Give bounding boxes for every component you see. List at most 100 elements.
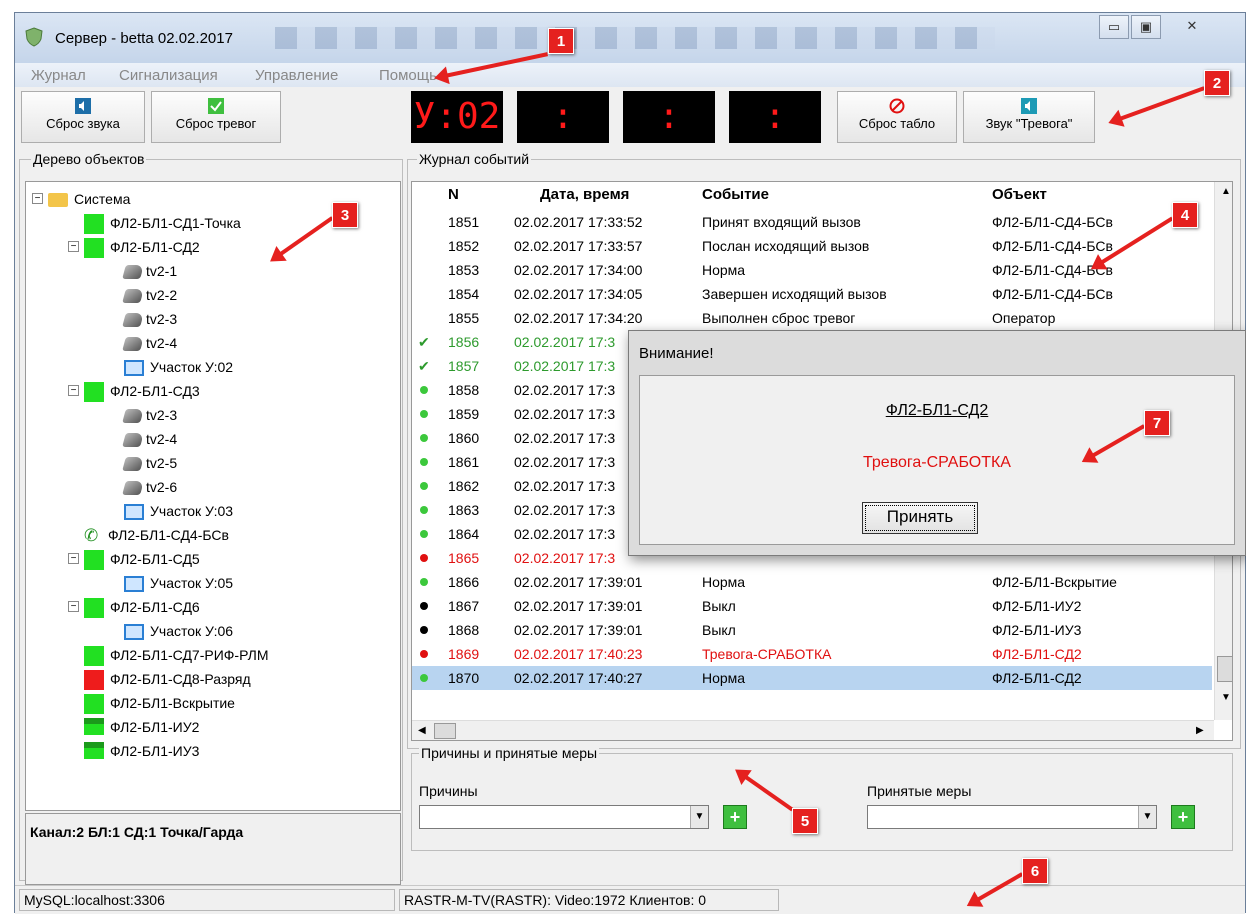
alarm-sound-button[interactable]: Звук "Тревога": [963, 91, 1095, 143]
checkmark-icon: ✔: [418, 334, 430, 350]
tree-node[interactable]: ФЛ2-БЛ1-СД3: [84, 380, 200, 403]
log-event: Норма: [702, 574, 746, 590]
actions-select[interactable]: ▼: [867, 805, 1157, 829]
tree-node[interactable]: tv2-3: [122, 308, 177, 330]
dialog-message: Тревога-СРАБОТКА: [863, 454, 1011, 471]
no-entry-icon: [889, 98, 905, 114]
chevron-down-icon[interactable]: ▼: [690, 806, 708, 828]
horizontal-scrollbar[interactable]: ◀ ▶: [412, 720, 1214, 740]
tree-node[interactable]: ФЛ2-БЛ1-СД5: [84, 548, 200, 571]
tree-node[interactable]: tv2-4: [122, 428, 177, 450]
tree-node[interactable]: ФЛ2-БЛ1-СД8-Разряд: [84, 668, 251, 691]
tree-expander-icon[interactable]: −: [68, 385, 79, 396]
log-row[interactable]: 1870 02.02.2017 17:40:27 Норма ФЛ2-БЛ1-СД2: [412, 666, 1212, 690]
add-action-button[interactable]: +: [1171, 805, 1195, 829]
camera-icon: [122, 313, 144, 328]
log-row[interactable]: 1852 02.02.2017 17:33:57 Послан исходящий …: [412, 234, 1212, 258]
tree-expander-icon[interactable]: −: [68, 241, 79, 252]
col-event-header[interactable]: Событие: [702, 182, 769, 208]
tree-node[interactable]: ФЛ2-БЛ1-СД6: [84, 596, 200, 619]
add-cause-button[interactable]: +: [723, 805, 747, 829]
log-datetime: 02.02.2017 17:39:01: [514, 574, 643, 590]
tree-group-label: Дерево объектов: [31, 151, 147, 167]
menu-journal[interactable]: Журнал: [31, 67, 86, 84]
tree-node[interactable]: ФЛ2-БЛ1-ИУ2: [84, 716, 199, 739]
maximize-button[interactable]: ▣: [1131, 15, 1161, 39]
scroll-right-arrow-icon[interactable]: ▶: [1196, 725, 1204, 736]
folder-icon: [48, 193, 68, 208]
menu-control[interactable]: Управление: [255, 67, 338, 84]
log-row[interactable]: 1869 02.02.2017 17:40:23 Тревога-СРАБОТКА Ф…: [412, 642, 1212, 666]
log-row[interactable]: 1867 02.02.2017 17:39:01 Выкл ФЛ2-БЛ1-ИУ2: [412, 594, 1212, 618]
log-n: 1853: [448, 262, 480, 278]
scroll-down-arrow-icon[interactable]: ▼: [1221, 692, 1231, 703]
tree-node[interactable]: ФЛ2-БЛ1-СД2: [84, 236, 200, 259]
tree-node[interactable]: Участок У:02: [124, 356, 233, 378]
reset-sound-button[interactable]: Сброс звука: [21, 91, 145, 143]
tree-node[interactable]: ✆ ФЛ2-БЛ1-СД4-БСв: [84, 524, 229, 546]
chevron-down-icon[interactable]: ▼: [1138, 806, 1156, 828]
scroll-left-arrow-icon[interactable]: ◀: [418, 725, 426, 736]
causes-select[interactable]: ▼: [419, 805, 709, 829]
causes-label: Причины: [419, 783, 478, 799]
measures-groupbox: [411, 753, 1233, 851]
reset-alarms-button[interactable]: Сброс тревог: [151, 91, 281, 143]
tree-node[interactable]: tv2-1: [122, 260, 177, 282]
status-dot-icon: [420, 602, 428, 610]
horizontal-scroll-thumb[interactable]: [434, 723, 456, 739]
col-datetime-header[interactable]: Дата, время: [540, 182, 629, 208]
log-object: ФЛ2-БЛ1-ИУ3: [992, 622, 1082, 638]
tree-node[interactable]: Участок У:05: [124, 572, 233, 594]
tree-node[interactable]: Система: [48, 188, 130, 210]
log-datetime: 02.02.2017 17:33:52: [514, 214, 643, 230]
log-event: Выкл: [702, 622, 736, 638]
tree-node[interactable]: Участок У:06: [124, 620, 233, 642]
vertical-scroll-thumb[interactable]: [1217, 656, 1232, 682]
log-row[interactable]: 1854 02.02.2017 17:34:05 Завершен исходящи…: [412, 282, 1212, 306]
speaker-icon: [75, 98, 91, 114]
window-title: Сервер - betta 02.02.2017: [55, 30, 233, 47]
log-datetime: 02.02.2017 17:39:01: [514, 598, 643, 614]
log-n: 1855: [448, 310, 480, 326]
tree-node[interactable]: tv2-6: [122, 476, 177, 498]
log-row[interactable]: 1855 02.02.2017 17:34:20 Выполнен сброс тр…: [412, 306, 1212, 330]
tree-expander-icon[interactable]: −: [68, 601, 79, 612]
minimize-button[interactable]: ▭: [1099, 15, 1129, 39]
log-datetime: 02.02.2017 17:3: [514, 406, 616, 422]
log-datetime: 02.02.2017 17:3: [514, 430, 616, 446]
col-object-header[interactable]: Объект: [992, 182, 1047, 208]
tree-node[interactable]: tv2-3: [122, 404, 177, 426]
status-red-icon: [84, 670, 104, 691]
menu-help[interactable]: Помощь: [379, 67, 437, 84]
log-row[interactable]: 1868 02.02.2017 17:39:01 Выкл ФЛ2-БЛ1-ИУ3: [412, 618, 1212, 642]
close-button[interactable]: ✕: [1165, 15, 1219, 39]
tree-node[interactable]: ФЛ2-БЛ1-ИУ3: [84, 740, 199, 763]
status-dot-icon: [420, 482, 428, 490]
tree-node[interactable]: tv2-5: [122, 452, 177, 474]
tree-node[interactable]: ФЛ2-БЛ1-СД1-Точка: [84, 212, 241, 235]
log-row[interactable]: 1866 02.02.2017 17:39:01 Норма ФЛ2-БЛ1-Вскр…: [412, 570, 1212, 594]
display-segment-2: :: [517, 91, 609, 143]
db-status: MySQL:localhost:3306: [19, 889, 395, 911]
object-tree[interactable]: − Система ФЛ2-БЛ1-СД1-Точка − ФЛ2-БЛ1-СД2 tv2…: [25, 181, 401, 811]
display-segment-1: У:02: [411, 91, 503, 143]
log-n: 1858: [448, 382, 480, 398]
menu-alarm[interactable]: Сигнализация: [119, 67, 218, 84]
tree-node[interactable]: tv2-4: [122, 332, 177, 354]
tree-expander-icon[interactable]: −: [32, 193, 43, 204]
tree-node[interactable]: ФЛ2-БЛ1-СД7-РИФ-РЛМ: [84, 644, 268, 667]
reset-board-button[interactable]: Сброс табло: [837, 91, 957, 143]
tree-node[interactable]: tv2-2: [122, 284, 177, 306]
accept-button[interactable]: Принять: [862, 502, 978, 534]
scroll-up-arrow-icon[interactable]: ▲: [1221, 186, 1231, 197]
log-object: Оператор: [992, 310, 1056, 326]
log-row[interactable]: 1851 02.02.2017 17:33:52 Принят входящий в…: [412, 210, 1212, 234]
log-datetime: 02.02.2017 17:39:01: [514, 622, 643, 638]
tree-node[interactable]: ФЛ2-БЛ1-Вскрытие: [84, 692, 235, 715]
status-dot-icon: [420, 650, 428, 658]
tree-expander-icon[interactable]: −: [68, 553, 79, 564]
dialog-title: Внимание!: [639, 345, 714, 362]
tree-node[interactable]: Участок У:03: [124, 500, 233, 522]
log-datetime: 02.02.2017 17:34:20: [514, 310, 643, 326]
col-n-header[interactable]: N: [448, 182, 459, 208]
